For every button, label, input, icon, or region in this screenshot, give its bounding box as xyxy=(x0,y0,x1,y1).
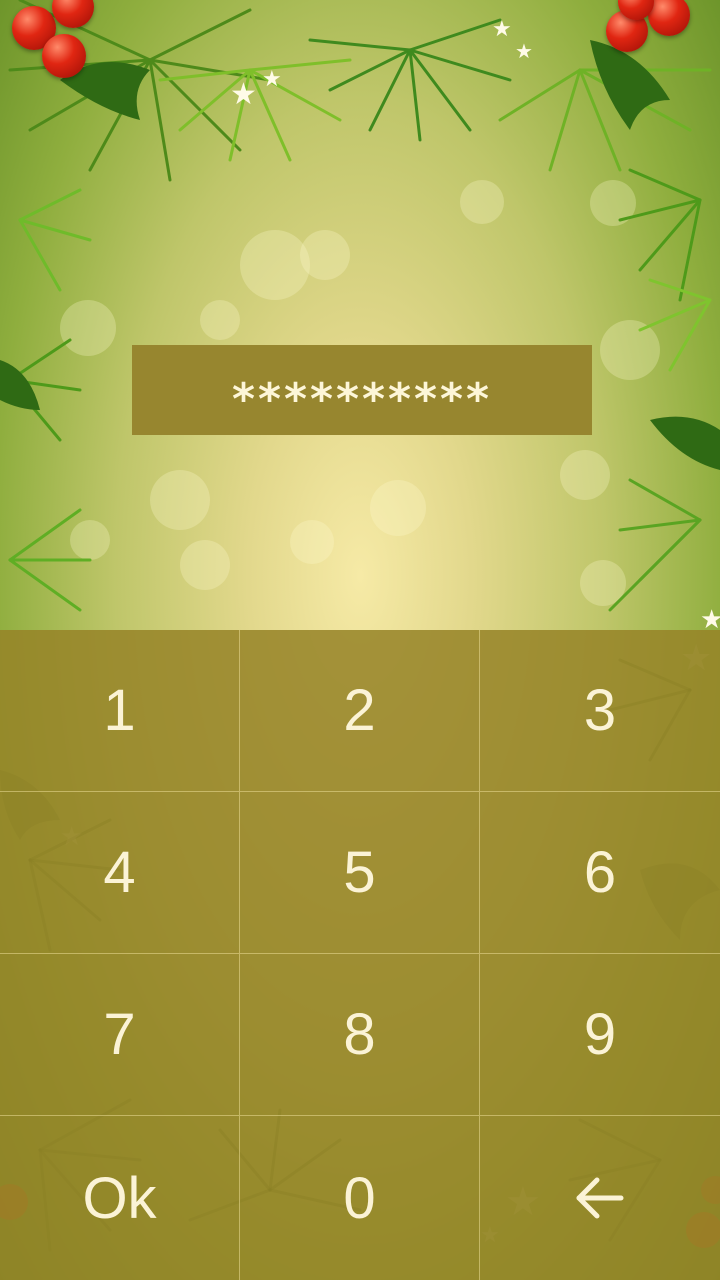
key-8[interactable]: 8 xyxy=(240,954,480,1116)
holly-berry xyxy=(42,34,86,78)
lock-screen: ★ ★ ★ ★ ★ ********** 1 2 3 4 5 6 7 8 9 O… xyxy=(0,0,720,1280)
star-icon: ★ xyxy=(262,66,282,91)
masked-pin-text: ********** xyxy=(231,373,493,425)
key-label: 3 xyxy=(583,678,617,743)
star-icon: ★ xyxy=(492,16,512,41)
ok-button[interactable]: Ok xyxy=(0,1116,240,1280)
backspace-button[interactable] xyxy=(480,1116,720,1280)
backspace-arrow-icon xyxy=(576,1177,624,1219)
key-label: 5 xyxy=(343,840,376,905)
pin-display: ********** xyxy=(132,345,592,435)
star-icon: ★ xyxy=(700,604,720,634)
key-label: 2 xyxy=(343,678,376,743)
key-label: 0 xyxy=(343,1165,376,1231)
key-4[interactable]: 4 xyxy=(0,792,240,954)
star-icon: ★ xyxy=(515,41,533,63)
key-label: 8 xyxy=(343,1002,376,1067)
numeric-keypad: 1 2 3 4 5 6 7 8 9 Ok 0 xyxy=(0,630,720,1280)
key-2[interactable]: 2 xyxy=(240,630,480,792)
key-7[interactable]: 7 xyxy=(0,954,240,1116)
key-1[interactable]: 1 xyxy=(0,630,240,792)
key-5[interactable]: 5 xyxy=(240,792,480,954)
key-label: 4 xyxy=(103,840,136,905)
key-label: 7 xyxy=(103,1002,136,1067)
key-label: 6 xyxy=(583,840,617,905)
key-label: 9 xyxy=(583,1002,617,1067)
key-0[interactable]: 0 xyxy=(240,1116,480,1280)
key-label: 1 xyxy=(103,678,136,743)
key-6[interactable]: 6 xyxy=(480,792,720,954)
star-icon: ★ xyxy=(230,78,257,111)
key-9[interactable]: 9 xyxy=(480,954,720,1116)
key-3[interactable]: 3 xyxy=(480,630,720,792)
key-label: Ok xyxy=(82,1165,157,1231)
pine-branches-top xyxy=(0,0,720,612)
